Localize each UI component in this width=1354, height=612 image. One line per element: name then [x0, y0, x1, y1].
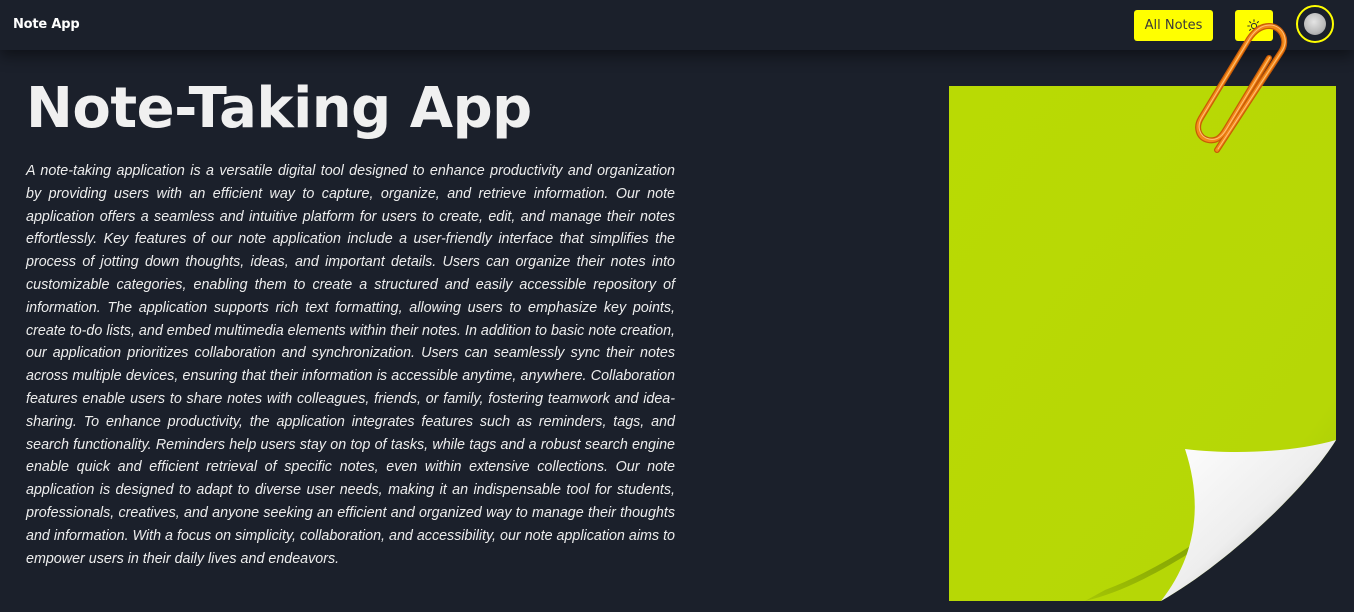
sticky-note-with-paperclip-icon: [949, 23, 1336, 601]
app-description: A note-taking application is a versatile…: [26, 163, 675, 567]
brand-logo-text[interactable]: Note App: [13, 17, 80, 32]
sticky-note: [949, 86, 1336, 601]
page-title: Note-Taking App: [26, 76, 532, 141]
